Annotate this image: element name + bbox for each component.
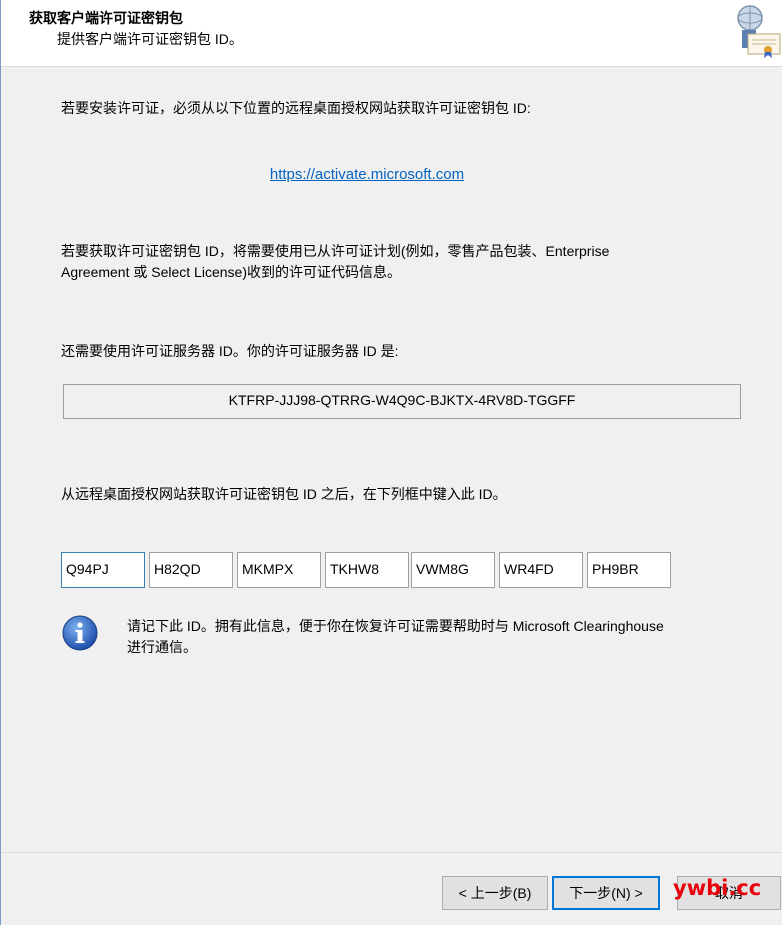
key-part-7-input[interactable]: PH9BR: [587, 552, 671, 588]
key-part-6-input[interactable]: WR4FD: [499, 552, 583, 588]
wizard-footer: [1, 852, 782, 925]
agreement-text: 若要获取许可证密钥包 ID，将需要使用已从许可证计划(例如，零售产品包装、Ent…: [61, 241, 609, 283]
activation-link[interactable]: https://activate.microsoft.com: [1, 166, 733, 183]
back-button[interactable]: < 上一步(B): [442, 876, 548, 910]
license-wizard-window: 获取客户端许可证密钥包 提供客户端许可证密钥包 ID。 若要安装许可证，必须从以…: [0, 0, 782, 925]
wizard-header: 获取客户端许可证密钥包 提供客户端许可证密钥包 ID。: [1, 0, 782, 67]
server-id-field: KTFRP-JJJ98-QTRRG-W4Q9C-BJKTX-4RV8D-TGGF…: [63, 384, 741, 419]
note-line-2: 进行通信。: [127, 639, 197, 655]
next-button[interactable]: 下一步(N) >: [552, 876, 660, 910]
key-part-3-input[interactable]: MKMPX: [237, 552, 321, 588]
page-title: 获取客户端许可证密钥包: [29, 10, 183, 26]
key-part-4-input[interactable]: TKHW8: [325, 552, 409, 588]
server-id-label: 还需要使用许可证服务器 ID。你的许可证服务器 ID 是:: [61, 343, 399, 359]
note-text: 请记下此 ID。拥有此信息，便于你在恢复许可证需要帮助时与 Microsoft …: [127, 616, 664, 658]
agreement-line-2: Agreement 或 Select License)收到的许可证代码信息。: [61, 264, 401, 280]
info-icon: [62, 615, 98, 651]
agreement-line-1: 若要获取许可证密钥包 ID，将需要使用已从许可证计划(例如，零售产品包装、Ent…: [61, 243, 610, 259]
watermark-text: ywbi.cc: [673, 876, 762, 900]
key-part-2-input[interactable]: H82QD: [149, 552, 233, 588]
page-subtitle: 提供客户端许可证密钥包 ID。: [57, 31, 243, 47]
note-line-1: 请记下此 ID。拥有此信息，便于你在恢复许可证需要帮助时与 Microsoft …: [127, 618, 664, 634]
enter-key-label: 从远程桌面授权网站获取许可证密钥包 ID 之后，在下列框中键入此 ID。: [61, 486, 507, 502]
license-certificate-icon: [737, 5, 781, 58]
key-part-1-input[interactable]: Q94PJ: [61, 552, 145, 588]
intro-text: 若要安装许可证，必须从以下位置的远程桌面授权网站获取许可证密钥包 ID:: [61, 100, 531, 116]
key-part-5-input[interactable]: VWM8G: [411, 552, 495, 588]
